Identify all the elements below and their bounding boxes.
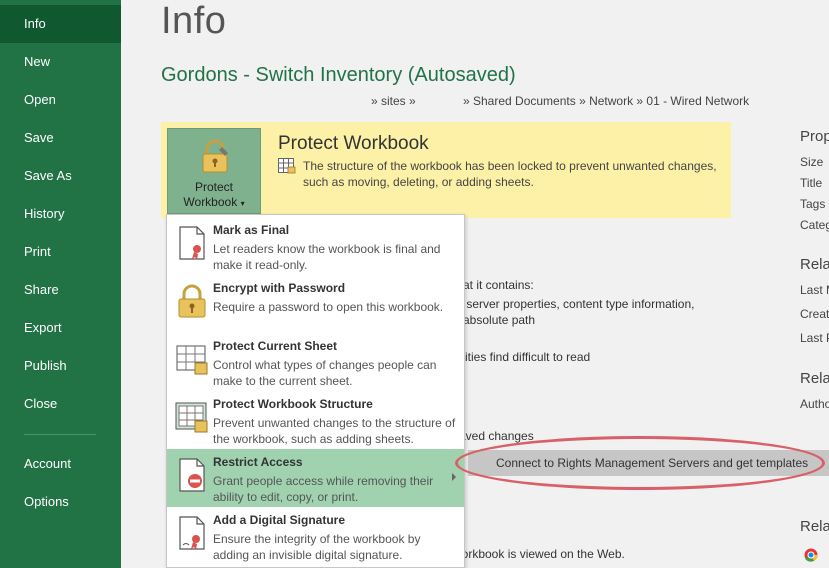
digital-signature-title: Add a Digital Signature bbox=[213, 513, 346, 527]
workbook-lock-icon bbox=[175, 402, 208, 433]
nav-account[interactable]: Account bbox=[0, 445, 121, 483]
nav-new[interactable]: New bbox=[0, 43, 121, 81]
prop-last-printed: Last P bbox=[800, 331, 829, 345]
protect-workbook-button[interactable]: Protect Workbook ▾ bbox=[167, 128, 261, 214]
menu-item-protect-current-sheet[interactable]: Protect Current Sheet Control what types… bbox=[167, 333, 464, 391]
menu-item-mark-as-final[interactable]: Mark as Final Let readers know the workb… bbox=[167, 217, 464, 275]
inspect-text-4: bilities find difficult to read bbox=[453, 350, 591, 364]
dropdown-caret-icon: ▾ bbox=[240, 199, 245, 208]
protect-button-label-2-wrap: Workbook ▾ bbox=[168, 195, 260, 209]
browser-view-text: workbook is viewed on the Web. bbox=[453, 547, 625, 561]
prop-created: Creat bbox=[800, 307, 829, 321]
nav-save-as[interactable]: Save As bbox=[0, 157, 121, 195]
prop-last-modified: Last M bbox=[800, 283, 829, 297]
restrict-access-desc: Grant people access while removing their… bbox=[213, 474, 434, 504]
inspect-text-2: nt server properties, content type infor… bbox=[453, 297, 695, 311]
nav-info[interactable]: Info bbox=[0, 5, 121, 43]
restrict-access-title: Restrict Access bbox=[213, 455, 303, 469]
protect-sheet-desc: Control what types of changes people can… bbox=[213, 358, 437, 388]
related-documents-heading: Rela bbox=[800, 518, 829, 535]
rights-management-label: Connect to Rights Management Servers and… bbox=[496, 456, 809, 470]
prop-title[interactable]: Title bbox=[800, 176, 822, 190]
nav-publish[interactable]: Publish bbox=[0, 347, 121, 385]
nav-open[interactable]: Open bbox=[0, 81, 121, 119]
protect-sheet-title: Protect Current Sheet bbox=[213, 339, 338, 353]
versions-text: saved changes bbox=[453, 429, 534, 443]
workbook-grid-icon bbox=[278, 158, 296, 174]
nav-save[interactable]: Save bbox=[0, 119, 121, 157]
protect-button-label-2: Workbook bbox=[183, 195, 238, 209]
prop-author: Autho bbox=[800, 397, 829, 411]
mark-final-icon bbox=[179, 226, 205, 260]
related-people-heading: Rela bbox=[800, 370, 829, 387]
backstage-sidebar: Info New Open Save Save As History Print… bbox=[0, 0, 121, 568]
protect-workbook-menu: Mark as Final Let readers know the workb… bbox=[166, 214, 465, 568]
chrome-icon bbox=[804, 548, 818, 562]
menu-item-restrict-access[interactable]: Restrict Access Grant people access whil… bbox=[167, 449, 464, 507]
digital-signature-icon bbox=[179, 516, 205, 550]
encrypt-desc: Require a password to open this workbook… bbox=[213, 300, 444, 314]
path-segment-folder[interactable]: » Shared Documents » Network » 01 - Wire… bbox=[463, 94, 749, 108]
nav-divider bbox=[24, 434, 96, 435]
protect-workbook-section: Protect Workbook ▾ Protect Workbook The … bbox=[161, 122, 731, 218]
inspect-text-1: that it contains: bbox=[453, 278, 534, 292]
sheet-lock-icon bbox=[176, 345, 208, 375]
nav-print[interactable]: Print bbox=[0, 233, 121, 271]
page-title: Info bbox=[161, 0, 227, 42]
protect-structure-desc: Prevent unwanted changes to the structur… bbox=[213, 416, 456, 446]
mark-as-final-desc: Let readers know the workbook is final a… bbox=[213, 242, 441, 272]
prop-categories[interactable]: Categ bbox=[800, 218, 829, 232]
nav-history[interactable]: History bbox=[0, 195, 121, 233]
path-segment-sites[interactable]: » sites » bbox=[371, 94, 416, 108]
rights-management-submenu-item[interactable]: Connect to Rights Management Servers and… bbox=[468, 450, 829, 476]
digital-signature-desc: Ensure the integrity of the workbook by … bbox=[213, 532, 421, 562]
restrict-access-icon bbox=[179, 458, 205, 492]
mark-as-final-title: Mark as Final bbox=[213, 223, 290, 237]
inspect-text-3: d absolute path bbox=[453, 313, 536, 327]
menu-item-add-digital-signature[interactable]: Add a Digital Signature Ensure the integ… bbox=[167, 507, 464, 565]
menu-item-encrypt-with-password[interactable]: Encrypt with Password Require a password… bbox=[167, 275, 464, 333]
protect-structure-title: Protect Workbook Structure bbox=[213, 397, 373, 411]
prop-tags[interactable]: Tags bbox=[800, 197, 825, 211]
nav-close[interactable]: Close bbox=[0, 385, 121, 423]
protect-button-label-1: Protect bbox=[194, 180, 233, 194]
protect-description: The structure of the workbook has been l… bbox=[303, 159, 717, 189]
lock-icon bbox=[202, 139, 228, 173]
nav-options[interactable]: Options bbox=[0, 483, 121, 521]
properties-heading: Prop bbox=[800, 128, 829, 145]
submenu-arrow-icon bbox=[452, 473, 456, 481]
encrypt-title: Encrypt with Password bbox=[213, 281, 346, 295]
nav-share[interactable]: Share bbox=[0, 271, 121, 309]
nav-export[interactable]: Export bbox=[0, 309, 121, 347]
related-dates-heading: Rela bbox=[800, 256, 829, 273]
protect-heading: Protect Workbook bbox=[278, 133, 429, 154]
padlock-icon bbox=[178, 284, 206, 318]
prop-size: Size bbox=[800, 155, 824, 169]
document-title: Gordons - Switch Inventory (Autosaved) bbox=[161, 64, 516, 86]
menu-item-protect-workbook-structure[interactable]: Protect Workbook Structure Prevent unwan… bbox=[167, 391, 464, 449]
